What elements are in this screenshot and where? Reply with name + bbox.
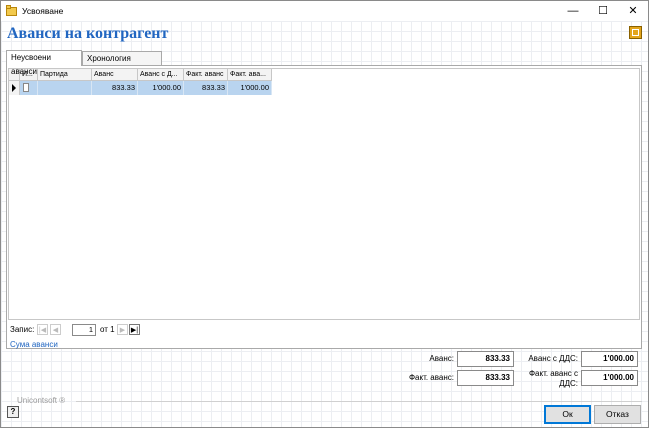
fakt-avans-dds-field[interactable]: 1'000.00 <box>581 370 638 386</box>
record-navigator: Запис: |◀ ◀ 1 от 1 ▶ ▶| <box>7 322 641 338</box>
column-header-avans-dds[interactable]: Аванс с Д... <box>138 69 184 81</box>
column-header-fakt-avans[interactable]: Факт. аванс <box>184 69 228 81</box>
page-title: Аванси на контрагент <box>7 25 169 42</box>
help-icon[interactable]: ? <box>7 406 19 418</box>
title-bar: Усвояване — ☐ ✕ <box>1 1 648 21</box>
app-icon <box>6 5 17 16</box>
dialog-content: Аванси на контрагент Неусвоени аванси Хр… <box>1 21 648 427</box>
fakt-avans-dds-label: Факт. аванс с ДДС: <box>528 369 578 388</box>
window-title: Усвояване <box>22 6 64 16</box>
avans-label: Аванс: <box>429 354 454 363</box>
record-number-input[interactable]: 1 <box>72 324 96 336</box>
cell-avans[interactable]: 833.33 <box>92 81 138 95</box>
cell-partida[interactable] <box>38 81 92 95</box>
close-button[interactable]: ✕ <box>618 1 648 21</box>
document-icon <box>23 83 29 92</box>
minimize-button[interactable]: — <box>558 1 588 21</box>
advances-grid[interactable]: И... Партида Аванс Аванс с Д... Факт. ав… <box>8 68 640 320</box>
column-header-fakt-avans-dds[interactable]: Факт. ава... <box>228 69 272 81</box>
cell-fakt-avans-dds[interactable]: 1'000.00 <box>228 81 272 95</box>
avans-dds-field[interactable]: 1'000.00 <box>581 351 638 367</box>
ok-button[interactable]: Ок <box>544 405 591 424</box>
column-header-partida[interactable]: Партида <box>38 69 92 81</box>
cancel-button[interactable]: Отказ <box>594 405 641 424</box>
footer-brand: Unicontsoft ® <box>17 396 66 405</box>
avans-field[interactable]: 833.33 <box>457 351 514 367</box>
column-header-avans[interactable]: Аванс <box>92 69 138 81</box>
avans-dds-label: Аванс с ДДС: <box>528 354 578 363</box>
cell-fakt-avans[interactable]: 833.33 <box>184 81 228 95</box>
record-count: от 1 <box>100 325 115 334</box>
tab-unused-advances[interactable]: Неусвоени аванси <box>6 50 82 76</box>
tab-panel: И... Партида Аванс Аванс с Д... Факт. ав… <box>6 65 642 349</box>
previous-record-icon[interactable]: ◀ <box>50 324 61 335</box>
last-record-icon[interactable]: ▶| <box>129 324 140 335</box>
fakt-avans-field[interactable]: 833.33 <box>457 370 514 386</box>
first-record-icon[interactable]: |◀ <box>37 324 48 335</box>
row-icon-cell[interactable] <box>20 81 38 95</box>
maximize-button[interactable]: ☐ <box>588 1 618 21</box>
next-record-icon[interactable]: ▶ <box>117 324 128 335</box>
navigator-label: Запис: <box>10 325 35 334</box>
dialog-window: Усвояване — ☐ ✕ Аванси на контрагент Неу… <box>0 0 649 428</box>
form-options-icon[interactable] <box>629 26 642 39</box>
footer-divider <box>76 401 642 402</box>
fakt-avans-label: Факт. аванс: <box>408 373 454 382</box>
summary-link[interactable]: Сума аванси <box>10 340 58 349</box>
tab-advances-history[interactable]: Хронология аванси <box>82 51 162 77</box>
row-indicator-arrow-icon <box>9 81 20 95</box>
cell-avans-dds[interactable]: 1'000.00 <box>138 81 184 95</box>
